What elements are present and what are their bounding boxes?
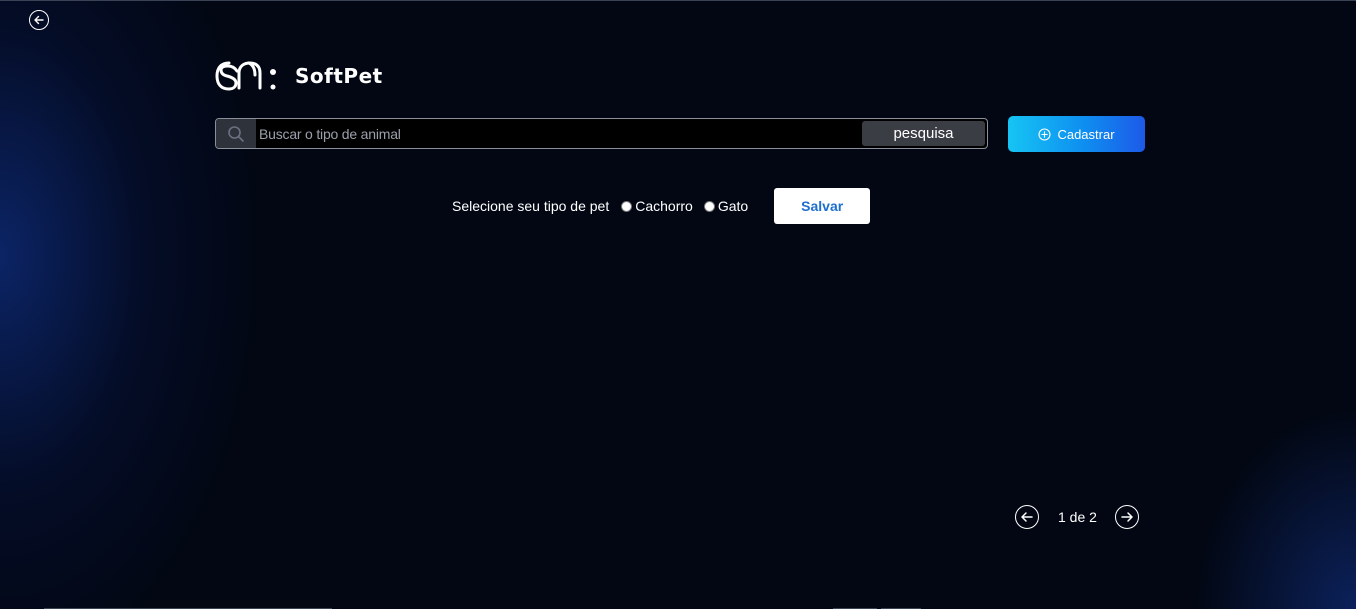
back-button[interactable] [29, 10, 49, 30]
radio-option-gato[interactable]: Gato [703, 198, 749, 214]
arrow-left-icon [34, 15, 44, 25]
pagination: 1 de 2 [1015, 504, 1139, 529]
radio-label-cachorro: Cachorro [635, 198, 693, 214]
search-bar: pesquisa [215, 118, 988, 149]
save-button[interactable]: Salvar [774, 188, 871, 224]
search-input[interactable] [256, 119, 862, 148]
plus-circle-icon [1038, 127, 1052, 141]
next-page-button[interactable] [1114, 504, 1139, 529]
pet-type-form: Selecione seu tipo de pet Cachorro Gato … [452, 188, 871, 224]
prev-page-button[interactable] [1015, 504, 1039, 529]
page-indicator: 1 de 2 [1058, 508, 1097, 525]
pet-type-label: Selecione seu tipo de pet [452, 198, 610, 214]
brand-name: SoftPet [295, 64, 383, 88]
search-button[interactable]: pesquisa [862, 121, 985, 146]
arrow-right-icon [1121, 511, 1133, 522]
softpet-logo-icon [215, 61, 276, 91]
arrow-left-icon [1021, 511, 1033, 522]
register-label: Cadastrar [1057, 126, 1115, 142]
search-icon [228, 125, 244, 142]
radio-option-cachorro[interactable]: Cachorro [621, 198, 693, 214]
register-button[interactable]: Cadastrar [1008, 116, 1145, 152]
radio-label-gato: Gato [717, 198, 749, 214]
search-icon-box [216, 119, 256, 148]
radio-button-cachorro[interactable] [621, 200, 633, 212]
radio-button-gato[interactable] [703, 200, 715, 212]
brand-logo: SoftPet [215, 59, 383, 93]
